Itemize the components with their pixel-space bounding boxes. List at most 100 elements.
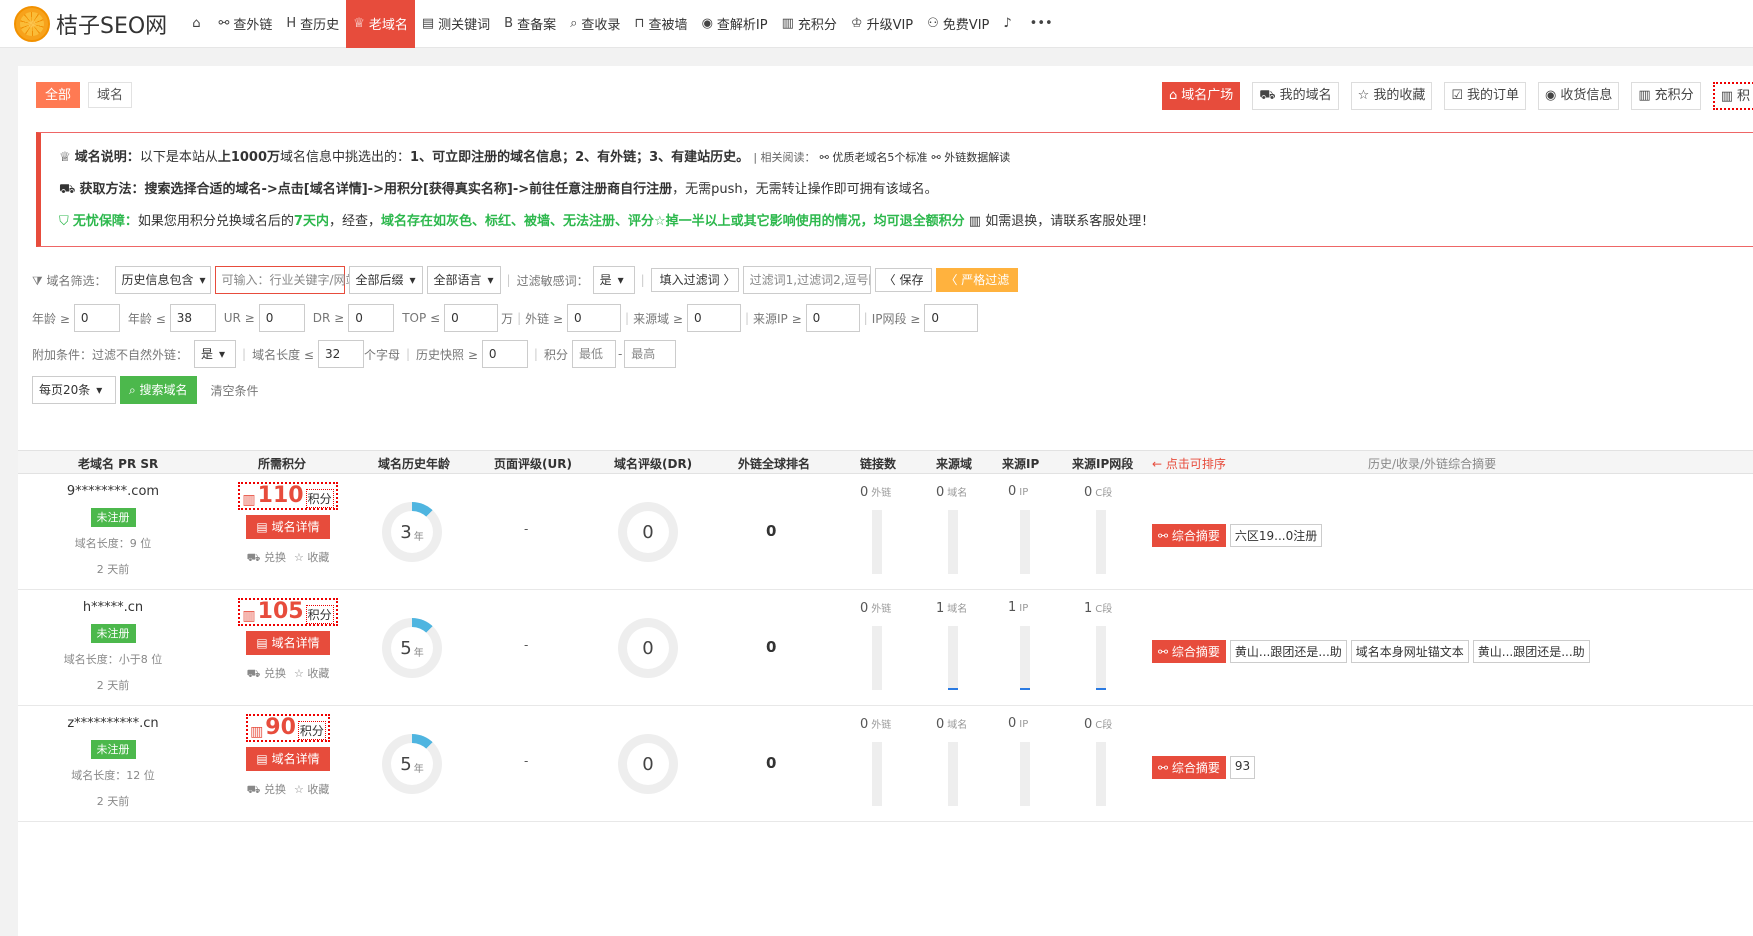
- domain-name[interactable]: h*****.cn: [18, 600, 208, 615]
- filter-words-input[interactable]: 过滤词1,过滤词2,逗号隔开: [742, 266, 871, 294]
- header-ur[interactable]: 页面评级(UR): [494, 455, 572, 472]
- domain-detail-button[interactable]: ▤ 域名详情: [246, 631, 330, 655]
- action-button[interactable]: ⌂ 域名广场: [1162, 82, 1241, 110]
- header-source-ip[interactable]: 来源IP: [1002, 455, 1039, 472]
- domain-detail-button[interactable]: ▤ 域名详情: [246, 747, 330, 771]
- header-age[interactable]: 域名历史年龄: [378, 455, 450, 472]
- strict-filter-button[interactable]: 〈 严格过滤: [936, 268, 1019, 292]
- score-max-input[interactable]: 最高: [624, 340, 677, 368]
- exchange-link[interactable]: ⛟ 兑换: [247, 783, 286, 796]
- summary-button[interactable]: ⚯ 综合摘要: [1152, 640, 1226, 663]
- nav-item[interactable]: ♪: [996, 0, 1022, 48]
- summary-button[interactable]: ⚯ 综合摘要: [1152, 756, 1226, 779]
- score-min-input[interactable]: 最低: [571, 340, 616, 368]
- suffix-select[interactable]: 全部后缀: [348, 266, 423, 294]
- nav-item[interactable]: ♔ 升级VIP: [844, 0, 920, 48]
- nav-item[interactable]: ⊓ 查被墙: [627, 0, 694, 48]
- filter-input[interactable]: 0: [348, 304, 395, 332]
- language-select[interactable]: 全部语言: [426, 266, 501, 294]
- header-dr[interactable]: 域名评级(DR): [614, 455, 692, 472]
- fill-filter-words-button[interactable]: 填入过滤词 〉: [650, 268, 739, 292]
- filter-input[interactable]: 0: [258, 304, 305, 332]
- related-link[interactable]: ⚯ 外链数据解读: [932, 151, 1011, 164]
- nav-item[interactable]: ⚇ 免费VIP: [920, 0, 996, 48]
- nav-item[interactable]: ▤ 测关键词: [415, 0, 497, 48]
- save-button[interactable]: 〈 保存: [874, 268, 933, 292]
- nav-item[interactable]: •••: [1023, 0, 1064, 48]
- nav-item[interactable]: ♕ 老域名: [346, 0, 415, 48]
- header-pr[interactable]: 老域名 PR SR: [78, 455, 158, 472]
- favorite-link[interactable]: ☆ 收藏: [294, 667, 329, 680]
- action-button[interactable]: ▥ 积: [1712, 82, 1753, 110]
- filter-label: IP网段 ≥: [871, 311, 921, 326]
- snapshot-input[interactable]: 0: [481, 340, 528, 368]
- filter-input[interactable]: 0: [924, 304, 979, 332]
- nav-item[interactable]: H 查历史: [279, 0, 346, 48]
- domain-detail-button[interactable]: ▤ 域名详情: [246, 515, 330, 539]
- exchange-link[interactable]: ⛟ 兑换: [247, 551, 286, 564]
- action-button[interactable]: ⛟ 我的域名: [1252, 82, 1339, 110]
- score-value: 110: [257, 483, 304, 508]
- action-button[interactable]: ☑ 我的订单: [1444, 82, 1527, 110]
- action-button[interactable]: ☆ 我的收藏: [1350, 82, 1433, 110]
- header-source-domain[interactable]: 来源域: [936, 455, 972, 472]
- filter-label: 年龄 ≤: [127, 311, 166, 326]
- score-unit: 积分: [305, 489, 334, 508]
- nav-item[interactable]: ⚯ 查外链: [211, 0, 279, 48]
- category-tab[interactable]: 域名: [88, 82, 133, 108]
- nav-item[interactable]: ⌂: [185, 0, 211, 48]
- summary-tag[interactable]: 六区19...0注册: [1229, 524, 1323, 547]
- summary-tag[interactable]: 黄山...跟团还是...助: [1229, 640, 1347, 663]
- filter-input[interactable]: 0: [686, 304, 741, 332]
- snapshot-label: 历史快照 ≥: [416, 347, 478, 362]
- nav-item[interactable]: ◉ 查解析IP: [695, 0, 775, 48]
- header-links[interactable]: 链接数: [860, 455, 896, 472]
- button-icon: ☑: [1451, 88, 1463, 103]
- domain-length: 域名长度：小于8 位: [63, 653, 163, 666]
- filter-input[interactable]: 0: [567, 304, 622, 332]
- nav-item[interactable]: ⌕ 查收录: [563, 0, 627, 48]
- button-icon: ◉: [1545, 88, 1557, 103]
- sensitive-select[interactable]: 是: [592, 266, 635, 294]
- header-rank[interactable]: 外链全球排名: [738, 455, 810, 472]
- clear-conditions-link[interactable]: 清空条件: [211, 382, 259, 399]
- summary-button[interactable]: ⚯ 综合摘要: [1152, 524, 1226, 547]
- unnatural-select[interactable]: 是: [194, 340, 237, 368]
- filter-input[interactable]: 0: [73, 304, 120, 332]
- exchange-link[interactable]: ⛟ 兑换: [247, 667, 286, 680]
- header-score[interactable]: 所需积分: [258, 455, 306, 472]
- nav-icon: ⊓: [634, 16, 645, 31]
- notice-text: 上1000万: [217, 150, 281, 165]
- length-label: 域名长度 ≤: [252, 347, 314, 362]
- per-page-select[interactable]: 每页20条: [32, 376, 116, 404]
- summary-tag[interactable]: 93: [1229, 756, 1256, 779]
- filter-input[interactable]: 38: [169, 304, 216, 332]
- rank-value: 0: [766, 754, 777, 772]
- filter-input[interactable]: 0: [444, 304, 499, 332]
- count-bar: [1096, 510, 1106, 574]
- domain-name[interactable]: 9********.com: [18, 484, 208, 499]
- nav-icon: ▥: [781, 16, 794, 31]
- header-source-ip-segment[interactable]: 来源IP网段: [1072, 455, 1133, 472]
- action-button[interactable]: ▥ 充积分: [1631, 82, 1701, 110]
- domain-name[interactable]: z**********.cn: [18, 716, 208, 731]
- dr-ring: 0: [618, 502, 678, 562]
- summary-tag[interactable]: 黄山...跟团还是...助: [1472, 640, 1590, 663]
- favorite-link[interactable]: ☆ 收藏: [294, 783, 329, 796]
- favorite-link[interactable]: ☆ 收藏: [294, 551, 329, 564]
- summary-tag[interactable]: 域名本身网址锚文本: [1350, 640, 1469, 663]
- related-link[interactable]: ⚯ 优质老域名5个标准: [820, 151, 928, 164]
- site-logo[interactable]: 桔子SEO网: [14, 5, 167, 42]
- search-domain-button[interactable]: ⌕ 搜索域名: [120, 376, 197, 404]
- length-input[interactable]: 32: [317, 340, 364, 368]
- domain-cell: z**********.cn 未注册 域名长度：12 位 2 天前: [18, 716, 208, 809]
- chart-icon: ▥: [242, 608, 256, 624]
- count-label: 0 C段: [1084, 484, 1112, 500]
- nav-item[interactable]: ▥ 充积分: [775, 0, 844, 48]
- category-tab[interactable]: 全部: [36, 82, 81, 108]
- history-select[interactable]: 历史信息包含: [114, 266, 211, 294]
- action-button[interactable]: ◉ 收货信息: [1538, 82, 1620, 110]
- nav-item[interactable]: B 查备案: [497, 0, 563, 48]
- filter-input[interactable]: 0: [805, 304, 860, 332]
- keyword-input[interactable]: 可输入：行业关键字/网站: [214, 266, 358, 294]
